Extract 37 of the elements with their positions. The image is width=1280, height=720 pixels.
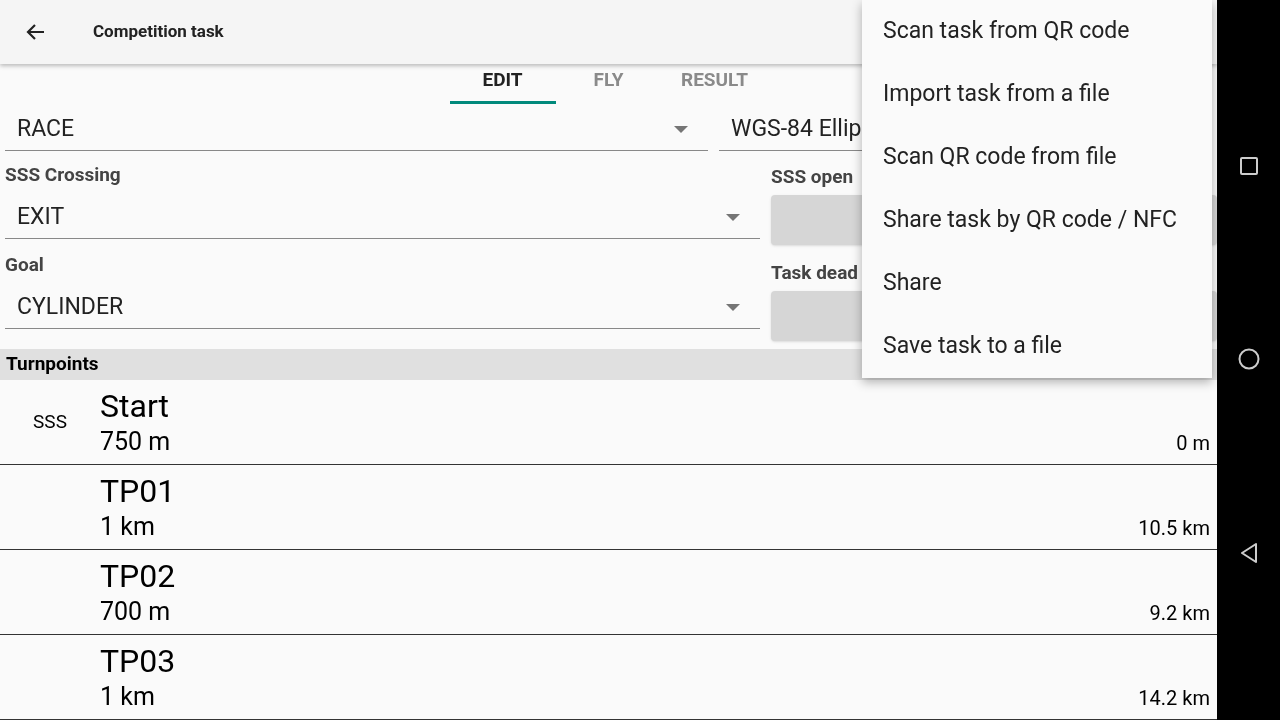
dropdown-caret-icon — [674, 125, 688, 134]
turnpoint-radius: 1 km — [100, 511, 156, 543]
dropdown-field[interactable]: RACE — [5, 109, 708, 152]
turnpoint-row[interactable]: TP03 1 km 14.2 km — [0, 635, 1217, 720]
dropdown-caret-icon — [726, 303, 740, 312]
turnpoint-row[interactable]: TP02 700 m 9.2 km — [0, 550, 1217, 635]
back-triangle-icon[interactable] — [1239, 543, 1258, 564]
recents-square-icon[interactable] — [1239, 156, 1258, 175]
turnpoint-radius: 700 m — [100, 596, 172, 628]
field-label: SSS Crossing — [5, 163, 122, 188]
home-circle-icon[interactable] — [1237, 348, 1260, 370]
field-label: SSS open — [771, 165, 854, 190]
dropdown-caret-icon — [726, 213, 740, 222]
turnpoint-row[interactable]: TP01 1 km 10.5 km — [0, 465, 1217, 550]
turnpoint-name: TP02 — [100, 556, 176, 596]
menu-item[interactable]: Import task from a file — [862, 63, 1212, 126]
turnpoint-radius: 750 m — [100, 426, 171, 458]
turnpoint-distance: 10.5 km — [1138, 515, 1210, 542]
menu-item[interactable]: Scan QR code from file — [862, 126, 1212, 189]
turnpoint-radius: 1 km — [100, 681, 156, 713]
turnpoint-name: Start — [100, 386, 170, 426]
turnpoint-name: TP01 — [100, 471, 176, 511]
turnpoint-tag: SSS — [33, 407, 67, 437]
field-label: Task dead — [771, 261, 858, 286]
turnpoint-distance: 14.2 km — [1138, 685, 1210, 712]
menu-item[interactable]: Scan task from QR code — [862, 0, 1212, 63]
field-label: Goal — [5, 253, 45, 278]
turnpoint-distance: 0 m — [1176, 430, 1210, 457]
screen-title: Competition task — [93, 20, 224, 43]
turnpoint-row[interactable]: SSS Start 750 m 0 m — [0, 380, 1217, 465]
turnpoint-distance: 9.2 km — [1149, 600, 1210, 627]
menu-item[interactable]: Share — [862, 252, 1212, 315]
dropdown-field[interactable]: EXIT — [5, 197, 760, 240]
dropdown-field[interactable]: CYLINDER — [5, 287, 760, 330]
menu-item[interactable]: Share task by QR code / NFC — [862, 189, 1212, 252]
turnpoint-name: TP03 — [100, 641, 176, 681]
tab[interactable]: EDIT — [449, 66, 556, 105]
